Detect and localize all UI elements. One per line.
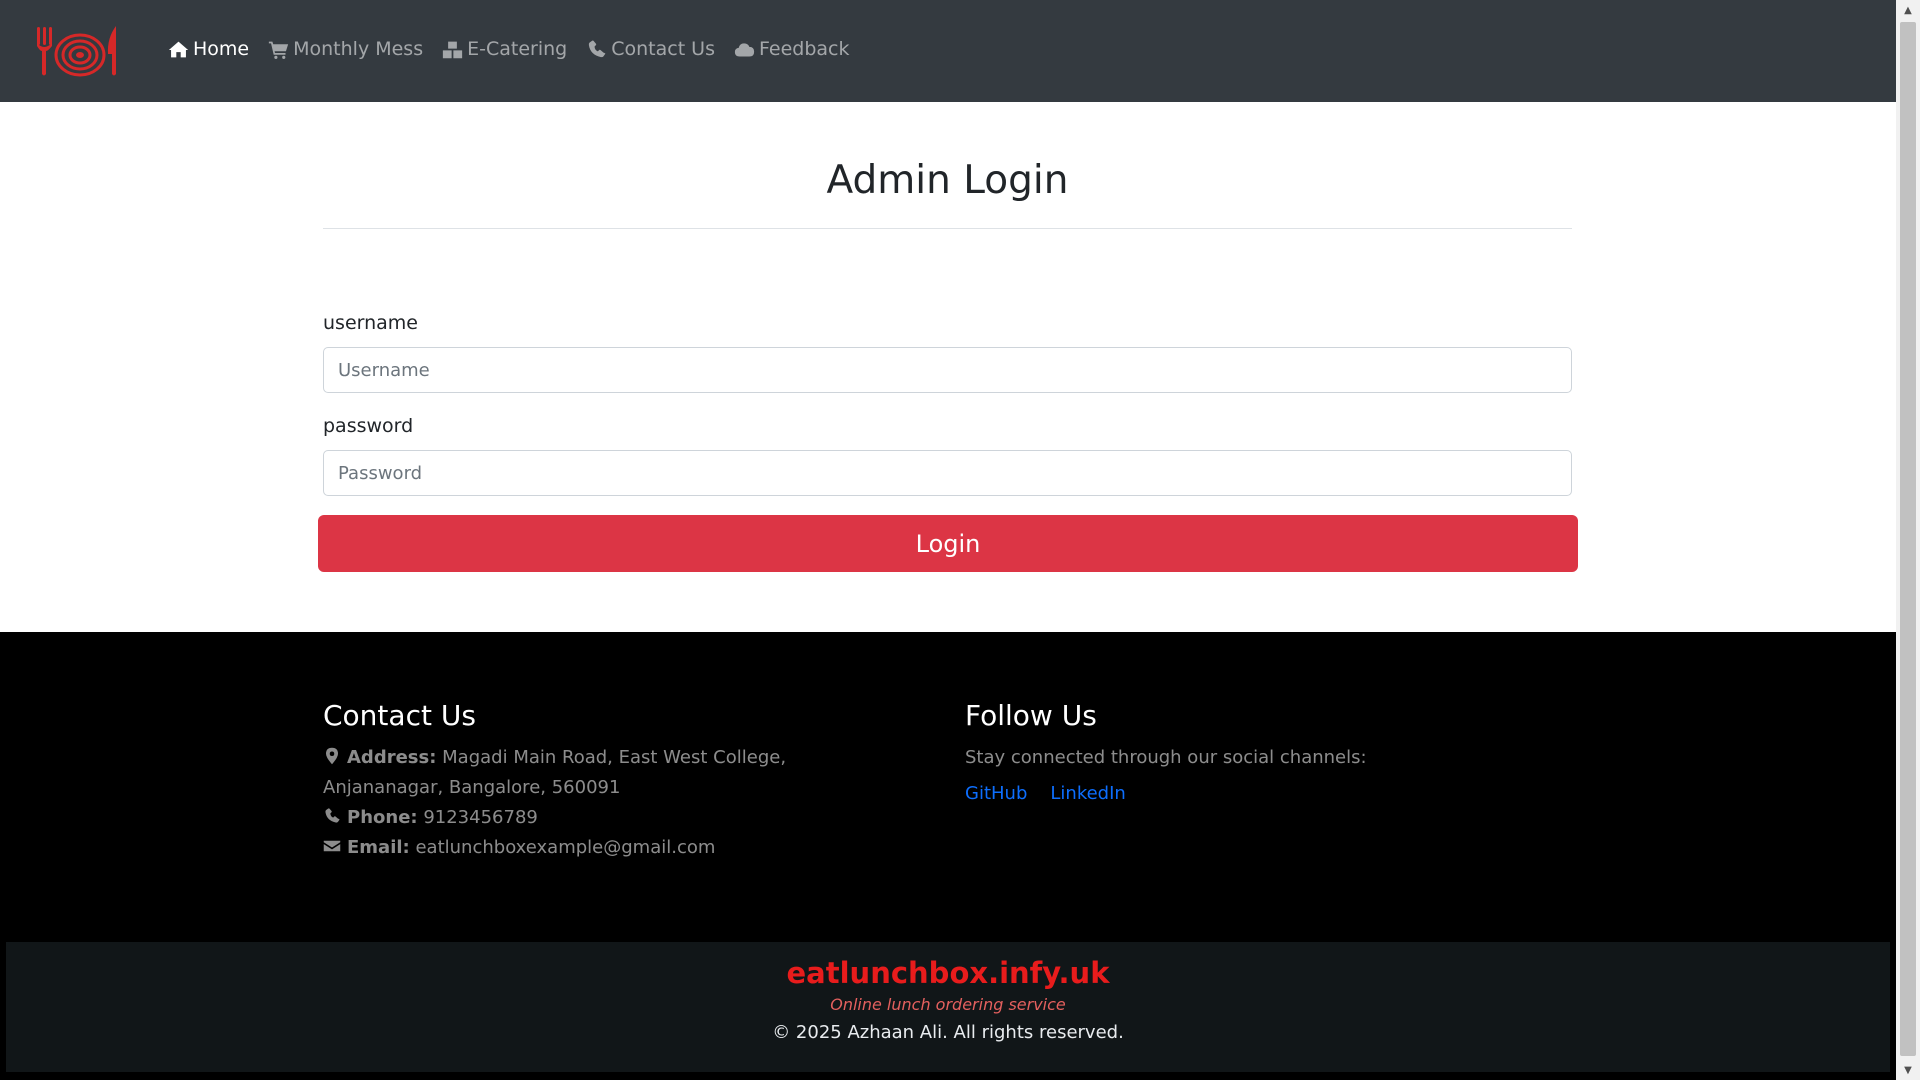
phone-label: Phone: <box>347 807 418 828</box>
vertical-scrollbar[interactable]: ▲ ▼ <box>1896 0 1920 1080</box>
nav-item-feedback[interactable]: Feedback <box>734 38 849 60</box>
username-input[interactable] <box>323 347 1572 393</box>
nav-item-home[interactable]: Home <box>168 38 249 60</box>
nav-item-label: Monthly Mess <box>293 38 424 60</box>
contact-address: Address: Magadi Main Road, East West Col… <box>323 743 903 803</box>
footer: Contact Us Address: Magadi Main Road, Ea… <box>0 632 1896 1080</box>
footer-bottom: eatlunchbox.infy.uk Online lunch orderin… <box>6 942 1890 1072</box>
boxes-icon <box>442 39 463 60</box>
password-label: password <box>323 415 414 437</box>
cart-icon <box>268 39 289 60</box>
navbar: Home Monthly Mess E-Catering Contact Us <box>0 0 1896 102</box>
map-marker-icon <box>323 747 341 765</box>
footer-contact: Contact Us Address: Magadi Main Road, Ea… <box>323 698 903 863</box>
title-divider <box>323 228 1572 229</box>
brand-logo[interactable] <box>34 24 124 78</box>
nav-item-label: Feedback <box>759 38 850 60</box>
page-title: Admin Login <box>826 158 1069 203</box>
footer-brand: eatlunchbox.infy.uk <box>786 956 1110 990</box>
cloud-icon <box>734 39 755 60</box>
home-icon <box>168 39 189 60</box>
page: Home Monthly Mess E-Catering Contact Us <box>0 0 1896 1080</box>
phone-value: 9123456789 <box>423 807 538 828</box>
envelope-icon <box>323 837 341 855</box>
follow-text: Stay connected through our social channe… <box>965 747 1367 768</box>
social-links: GitHub LinkedIn <box>965 783 1565 804</box>
password-input[interactable] <box>323 450 1572 496</box>
nav-item-monthly-mess[interactable]: Monthly Mess <box>268 38 423 60</box>
fork-plate-knife-logo-icon <box>37 26 116 77</box>
scroll-down-arrow-icon[interactable]: ▼ <box>1896 1060 1920 1080</box>
phone-icon <box>586 39 607 60</box>
copyright-text: © 2025 Azhaan Ali. All rights reserved. <box>772 1021 1124 1043</box>
nav-item-label: E-Catering <box>467 38 568 60</box>
follow-heading: Follow Us <box>965 699 1097 732</box>
footer-tagline: Online lunch ordering service <box>830 994 1066 1014</box>
contact-phone: Phone: 9123456789 <box>323 803 903 833</box>
nav-item-contact-us[interactable]: Contact Us <box>586 38 715 60</box>
nav-item-label: Home <box>193 38 250 60</box>
linkedin-link[interactable]: LinkedIn <box>1050 783 1125 804</box>
username-label: username <box>323 312 418 334</box>
contact-heading: Contact Us <box>323 699 476 732</box>
address-label: Address: <box>347 747 437 768</box>
nav-item-e-catering[interactable]: E-Catering <box>442 38 567 60</box>
nav-links: Home Monthly Mess E-Catering Contact Us <box>168 38 849 60</box>
scroll-up-arrow-icon[interactable]: ▲ <box>1896 0 1920 20</box>
scrollbar-thumb[interactable] <box>1900 22 1916 1056</box>
login-button[interactable]: Login <box>318 515 1578 572</box>
contact-email: Email: eatlunchboxexample@gmail.com <box>323 833 903 863</box>
github-link[interactable]: GitHub <box>965 783 1027 804</box>
email-label: Email: <box>347 837 410 858</box>
nav-item-label: Contact Us <box>611 38 715 60</box>
email-value: eatlunchboxexample@gmail.com <box>415 837 716 858</box>
footer-follow: Follow Us Stay connected through our soc… <box>965 698 1565 804</box>
phone-icon <box>323 807 341 825</box>
